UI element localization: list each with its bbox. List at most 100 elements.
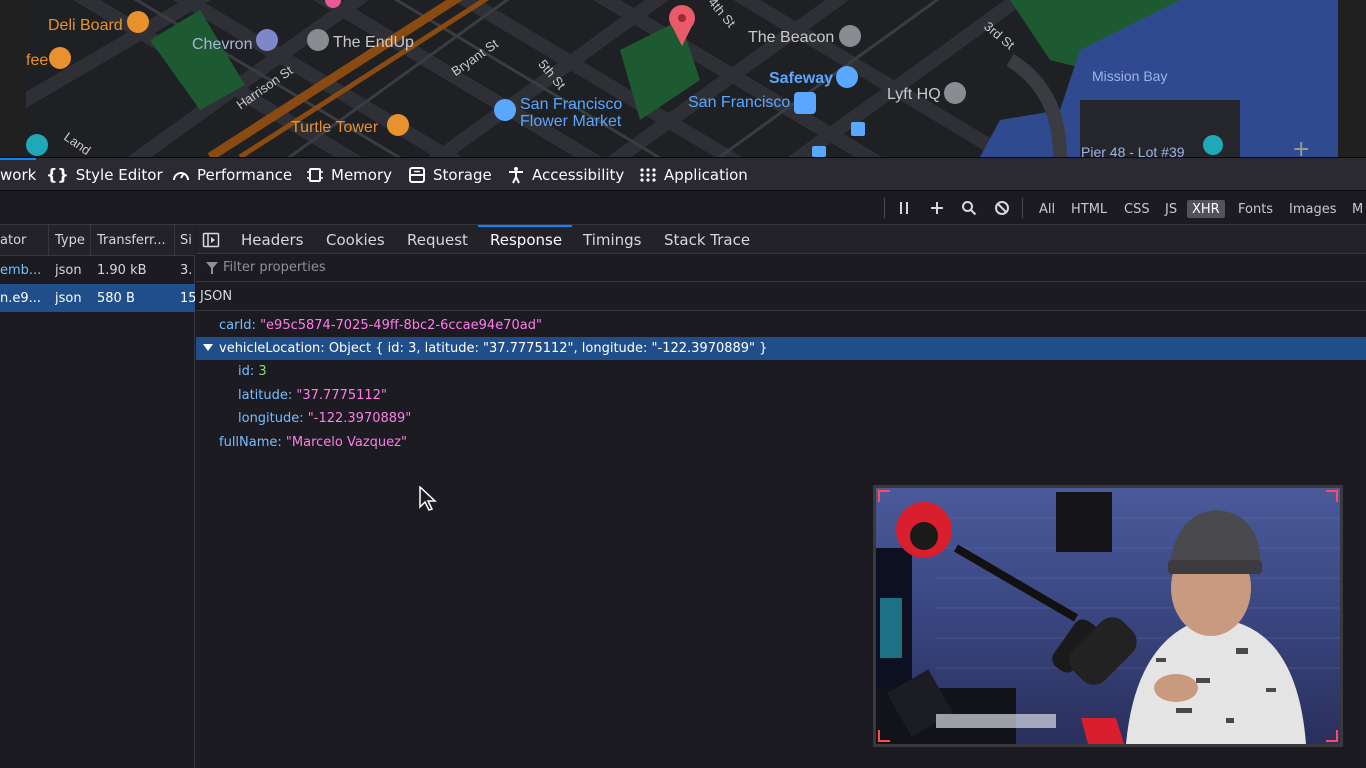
json-section-header[interactable]: JSON xyxy=(196,282,1366,311)
json-label: JSON xyxy=(200,288,233,304)
tab-cookies[interactable]: Cookies xyxy=(326,225,385,254)
webcam-overlay xyxy=(873,485,1343,747)
tab-application[interactable]: Application xyxy=(639,158,748,191)
frame-corner xyxy=(878,490,890,502)
map-label-turtle-tower: Turtle Tower xyxy=(291,119,379,136)
search-icon xyxy=(962,200,977,215)
json-key: carId: xyxy=(219,318,256,333)
json-string-value: "e95c5874-7025-49ff-8bc2-6ccae94e70ad" xyxy=(260,318,542,333)
request-size: 15 xyxy=(180,290,195,306)
tab-network[interactable]: work xyxy=(0,158,36,191)
request-size: 3. xyxy=(180,262,193,278)
map-label-pier-48: Pier 48 - Lot #39 xyxy=(1081,144,1185,157)
map-label-san-francisco-station: San Francisco xyxy=(688,94,791,111)
map-label-mission-bay: Mission Bay xyxy=(1092,68,1168,84)
panel-toggle-icon xyxy=(202,232,220,247)
map-label-flower-market-line1: San Francisco xyxy=(520,96,623,113)
devtools-toolbar: work {} Style Editor Performance Memory … xyxy=(0,157,1366,191)
map-edge-right xyxy=(1338,0,1366,157)
tab-headers[interactable]: Headers xyxy=(241,225,303,254)
json-key: latitude: xyxy=(238,388,293,403)
tab-application-label: Application xyxy=(664,165,748,184)
json-row-vehicle-location[interactable]: vehicleLocation: Object { id: 3, latitud… xyxy=(196,337,1366,360)
tab-memory[interactable]: Memory xyxy=(306,158,392,191)
filter-css[interactable]: CSS xyxy=(1119,200,1155,218)
json-row-id[interactable]: id: 3 xyxy=(238,360,267,383)
tab-accessibility[interactable]: Accessibility xyxy=(507,158,624,191)
column-header-transferred[interactable]: Transferr... xyxy=(97,225,173,255)
frame-corner xyxy=(1326,490,1338,502)
map-label-flower-market-line2: Flower Market xyxy=(520,113,622,130)
map-label-deli-board: Deli Board xyxy=(48,17,123,34)
json-string-value: "37.7775112" xyxy=(296,388,387,403)
tab-style-editor[interactable]: {} Style Editor xyxy=(46,158,163,191)
filter-media[interactable]: M xyxy=(1347,200,1366,218)
json-key: vehicleLocation: xyxy=(219,341,325,356)
column-header-type[interactable]: Type xyxy=(55,225,89,255)
plus-icon xyxy=(931,201,943,214)
filter-xhr[interactable]: XHR xyxy=(1187,200,1225,218)
tab-storage-label: Storage xyxy=(433,165,492,184)
json-number-value: 3 xyxy=(258,364,267,379)
caret-down-icon[interactable] xyxy=(196,341,219,356)
details-tab-bar: Headers Cookies Request Response Timings… xyxy=(196,225,1366,254)
json-row-latitude[interactable]: latitude: "37.7775112" xyxy=(238,384,387,407)
request-type: json xyxy=(55,262,82,278)
column-header-initiator[interactable]: ator xyxy=(0,225,48,255)
filter-icon xyxy=(206,261,218,274)
braces-icon: {} xyxy=(46,165,69,184)
add-request-button[interactable] xyxy=(926,191,948,224)
json-row-longitude[interactable]: longitude: "-122.3970889" xyxy=(238,407,411,430)
json-row-fullname[interactable]: fullName: "Marcelo Vazquez" xyxy=(219,431,407,454)
request-file: emb... xyxy=(0,262,42,278)
column-divider[interactable] xyxy=(174,225,175,256)
toggle-sidebar-button[interactable] xyxy=(202,225,220,254)
chip-icon xyxy=(307,167,323,182)
json-string-value: "-122.3970889" xyxy=(307,411,412,426)
pause-button[interactable] xyxy=(893,191,915,224)
grid-icon xyxy=(640,167,656,182)
frame-corner xyxy=(1326,730,1338,742)
filter-html[interactable]: HTML xyxy=(1066,200,1112,218)
tab-stack-trace[interactable]: Stack Trace xyxy=(664,225,750,254)
json-row-carid[interactable]: carId: "e95c5874-7025-49ff-8bc2-6ccae94e… xyxy=(219,314,542,337)
divider xyxy=(884,198,885,218)
tab-timings[interactable]: Timings xyxy=(583,225,642,254)
map-label-chevron: Chevron xyxy=(192,36,253,53)
filter-properties-input[interactable]: Filter properties xyxy=(196,254,1366,282)
json-object-preview: Object { id: 3, latitude: "37.7775112", … xyxy=(328,341,768,356)
tab-accessibility-label: Accessibility xyxy=(532,165,625,184)
filter-all[interactable]: All xyxy=(1034,200,1060,218)
json-key: longitude: xyxy=(238,411,304,426)
column-divider[interactable] xyxy=(90,225,91,256)
tab-performance[interactable]: Performance xyxy=(172,158,292,191)
search-button[interactable] xyxy=(958,191,980,224)
filter-fonts[interactable]: Fonts xyxy=(1233,200,1278,218)
tab-performance-label: Performance xyxy=(197,165,293,184)
frame-corner xyxy=(878,730,890,742)
tab-style-editor-label: Style Editor xyxy=(75,165,163,184)
tab-response[interactable]: Response xyxy=(490,225,562,254)
json-key: fullName: xyxy=(219,435,282,450)
mouse-cursor-icon xyxy=(419,486,437,511)
tab-request[interactable]: Request xyxy=(407,225,468,254)
filter-placeholder: Filter properties xyxy=(223,260,326,275)
filter-images[interactable]: Images xyxy=(1284,200,1342,218)
block-icon xyxy=(995,200,1009,215)
request-list: ator Type Transferr... Si emb... json 1.… xyxy=(0,225,195,768)
request-list-header: ator Type Transferr... Si xyxy=(0,225,195,256)
column-header-size[interactable]: Si xyxy=(180,225,195,255)
map-view[interactable]: + Deli Board Chevron The EndUp The Beaco… xyxy=(0,0,1366,157)
request-transferred: 1.90 kB xyxy=(97,262,147,278)
request-type: json xyxy=(55,290,82,306)
webcam-scene xyxy=(876,492,1340,744)
column-divider[interactable] xyxy=(48,225,49,256)
filter-js[interactable]: JS xyxy=(1160,200,1182,218)
gauge-icon xyxy=(173,171,189,180)
tab-storage[interactable]: Storage xyxy=(408,158,492,191)
request-row-selected[interactable]: n.e9... json 580 B 15 xyxy=(0,284,195,312)
tab-network-label: work xyxy=(0,165,37,184)
svg-text:+: + xyxy=(1292,137,1310,157)
clear-button[interactable] xyxy=(991,191,1013,224)
request-row[interactable]: emb... json 1.90 kB 3. xyxy=(0,256,195,284)
